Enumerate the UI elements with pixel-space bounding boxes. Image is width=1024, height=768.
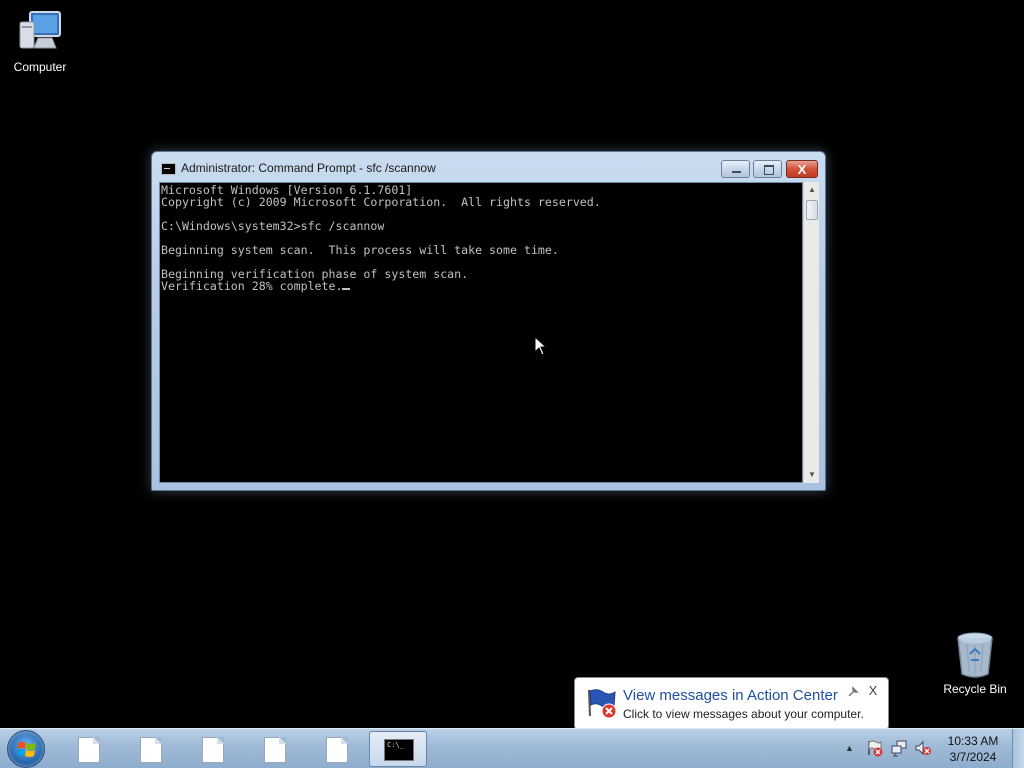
notification-options-icon[interactable]: [847, 686, 859, 698]
mouse-pointer-icon: [534, 336, 548, 356]
action-center-flag-icon: [588, 689, 617, 719]
show-desktop-button[interactable]: [1012, 729, 1024, 768]
text-cursor: [342, 288, 351, 290]
taskbar-button-document-1[interactable]: [59, 731, 117, 767]
document-icon: [326, 737, 348, 763]
taskbar: C:\_ ▲ 10:33 AM 3/7/2024: [0, 728, 1024, 768]
taskbar-button-document-5[interactable]: [307, 731, 365, 767]
notification-text[interactable]: Click to view messages about your comput…: [623, 707, 864, 721]
network-icon[interactable]: [890, 739, 908, 757]
taskbar-button-command-prompt[interactable]: C:\_: [369, 731, 427, 767]
scroll-down-arrow-icon[interactable]: ▼: [804, 467, 820, 483]
document-icon: [140, 737, 162, 763]
clock-date[interactable]: 3/7/2024: [940, 750, 1006, 764]
minimize-button[interactable]: [721, 160, 750, 178]
console-line: C:\Windows\system32>sfc /scannow: [161, 219, 385, 233]
command-prompt-icon: C:\_: [384, 739, 414, 761]
minimize-icon: [722, 161, 749, 177]
desktop-icon-label: Recycle Bin: [943, 682, 1007, 696]
show-hidden-icons-button[interactable]: ▲: [845, 743, 854, 753]
document-icon: [202, 737, 224, 763]
command-prompt-window[interactable]: Administrator: Command Prompt - sfc /sca…: [151, 151, 826, 491]
console-line: Copyright (c) 2009 Microsoft Corporation…: [161, 195, 601, 209]
maximize-icon: [754, 161, 781, 177]
volume-muted-icon[interactable]: [914, 739, 932, 757]
computer-icon: [16, 8, 64, 56]
maximize-button[interactable]: [753, 160, 782, 178]
taskbar-button-document-2[interactable]: [121, 731, 179, 767]
recycle-bin-icon: [951, 630, 999, 678]
console-line: Verification 28% complete.: [161, 279, 343, 293]
scroll-up-arrow-icon[interactable]: ▲: [804, 182, 820, 198]
desktop-icon-label: Computer: [13, 60, 67, 74]
taskbar-button-document-4[interactable]: [245, 731, 303, 767]
close-icon: X: [797, 162, 807, 177]
action-center-notification[interactable]: View messages in Action Center Click to …: [574, 677, 889, 740]
close-button[interactable]: X: [786, 160, 818, 178]
document-icon: [264, 737, 286, 763]
action-center-error-icon[interactable]: [866, 739, 884, 757]
command-prompt-icon: [161, 163, 176, 175]
scroll-thumb[interactable]: [806, 200, 818, 220]
console-line: Beginning system scan. This process will…: [161, 243, 559, 257]
clock-time[interactable]: 10:33 AM: [940, 734, 1006, 748]
notification-close-button[interactable]: X: [866, 684, 880, 698]
console-output[interactable]: Microsoft Windows [Version 6.1.7601] Cop…: [159, 182, 803, 483]
desktop-icon-computer[interactable]: Computer: [0, 8, 80, 74]
windows-logo-icon: [17, 742, 36, 757]
window-titlebar[interactable]: Administrator: Command Prompt - sfc /sca…: [152, 152, 825, 182]
desktop-icon-recycle-bin[interactable]: Recycle Bin: [935, 630, 1015, 696]
taskbar-button-document-3[interactable]: [183, 731, 241, 767]
start-button[interactable]: [7, 730, 45, 768]
vertical-scrollbar[interactable]: ▲ ▼: [803, 182, 819, 483]
console-text: Microsoft Windows [Version 6.1.7601] Cop…: [160, 183, 802, 292]
window-title: Administrator: Command Prompt - sfc /sca…: [181, 161, 436, 175]
notification-title[interactable]: View messages in Action Center: [623, 687, 838, 704]
document-icon: [78, 737, 100, 763]
